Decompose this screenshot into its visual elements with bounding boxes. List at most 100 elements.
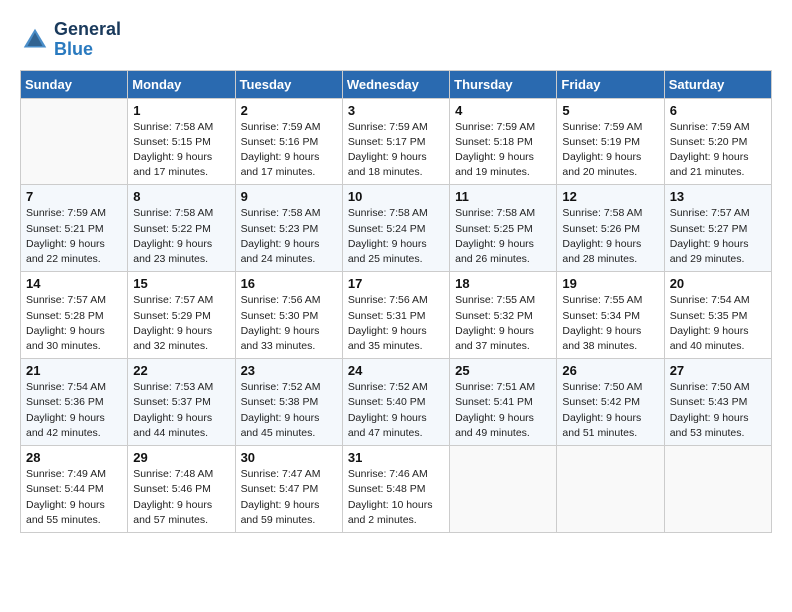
calendar-cell [557, 446, 664, 533]
calendar-header-thursday: Thursday [450, 70, 557, 98]
day-number: 31 [348, 450, 444, 465]
day-info: Sunrise: 7:52 AM Sunset: 5:38 PM Dayligh… [241, 380, 337, 441]
day-number: 3 [348, 103, 444, 118]
calendar-cell [664, 446, 771, 533]
day-info: Sunrise: 7:57 AM Sunset: 5:29 PM Dayligh… [133, 293, 229, 354]
calendar-cell: 14 Sunrise: 7:57 AM Sunset: 5:28 PM Dayli… [21, 272, 128, 359]
day-number: 21 [26, 363, 122, 378]
calendar-cell: 23 Sunrise: 7:52 AM Sunset: 5:38 PM Dayli… [235, 359, 342, 446]
day-info: Sunrise: 7:52 AM Sunset: 5:40 PM Dayligh… [348, 380, 444, 441]
calendar-cell: 27 Sunrise: 7:50 AM Sunset: 5:43 PM Dayli… [664, 359, 771, 446]
day-info: Sunrise: 7:56 AM Sunset: 5:31 PM Dayligh… [348, 293, 444, 354]
day-info: Sunrise: 7:59 AM Sunset: 5:16 PM Dayligh… [241, 120, 337, 181]
calendar-cell: 29 Sunrise: 7:48 AM Sunset: 5:46 PM Dayli… [128, 446, 235, 533]
day-number: 20 [670, 276, 766, 291]
calendar-cell: 7Sunrise: 7:59 AM Sunset: 5:21 PM Daylig… [21, 185, 128, 272]
day-info: Sunrise: 7:59 AM Sunset: 5:20 PM Dayligh… [670, 120, 766, 181]
calendar-cell: 2 Sunrise: 7:59 AM Sunset: 5:16 PM Daylig… [235, 98, 342, 185]
day-number: 29 [133, 450, 229, 465]
day-number: 7 [26, 189, 122, 204]
day-number: 5 [562, 103, 658, 118]
calendar-cell: 6 Sunrise: 7:59 AM Sunset: 5:20 PM Daylig… [664, 98, 771, 185]
calendar-cell: 3 Sunrise: 7:59 AM Sunset: 5:17 PM Daylig… [342, 98, 449, 185]
calendar-cell: 9 Sunrise: 7:58 AM Sunset: 5:23 PM Daylig… [235, 185, 342, 272]
day-number: 2 [241, 103, 337, 118]
calendar-cell: 22Sunrise: 7:53 AM Sunset: 5:37 PM Dayli… [128, 359, 235, 446]
day-number: 25 [455, 363, 551, 378]
day-number: 16 [241, 276, 337, 291]
day-number: 13 [670, 189, 766, 204]
calendar-header-row: SundayMondayTuesdayWednesdayThursdayFrid… [21, 70, 772, 98]
calendar-header-saturday: Saturday [664, 70, 771, 98]
day-info: Sunrise: 7:54 AM Sunset: 5:35 PM Dayligh… [670, 293, 766, 354]
calendar-cell [21, 98, 128, 185]
day-number: 10 [348, 189, 444, 204]
day-info: Sunrise: 7:57 AM Sunset: 5:27 PM Dayligh… [670, 206, 766, 267]
calendar-cell: 18 Sunrise: 7:55 AM Sunset: 5:32 PM Dayli… [450, 272, 557, 359]
calendar-cell: 24 Sunrise: 7:52 AM Sunset: 5:40 PM Dayli… [342, 359, 449, 446]
day-number: 17 [348, 276, 444, 291]
day-number: 24 [348, 363, 444, 378]
day-info: Sunrise: 7:55 AM Sunset: 5:32 PM Dayligh… [455, 293, 551, 354]
calendar-cell: 1 Sunrise: 7:58 AM Sunset: 5:15 PM Daylig… [128, 98, 235, 185]
day-number: 27 [670, 363, 766, 378]
calendar-cell: 28 Sunrise: 7:49 AM Sunset: 5:44 PM Dayli… [21, 446, 128, 533]
calendar-body: 1 Sunrise: 7:58 AM Sunset: 5:15 PM Daylig… [21, 98, 772, 532]
day-number: 14 [26, 276, 122, 291]
calendar-header-friday: Friday [557, 70, 664, 98]
calendar-cell [450, 446, 557, 533]
day-info: Sunrise: 7:58 AM Sunset: 5:24 PM Dayligh… [348, 206, 444, 267]
calendar-header-sunday: Sunday [21, 70, 128, 98]
calendar-cell: 12 Sunrise: 7:58 AM Sunset: 5:26 PM Dayli… [557, 185, 664, 272]
day-info: Sunrise: 7:58 AM Sunset: 5:22 PM Dayligh… [133, 206, 229, 267]
day-number: 19 [562, 276, 658, 291]
calendar-cell: 5 Sunrise: 7:59 AM Sunset: 5:19 PM Daylig… [557, 98, 664, 185]
day-number: 28 [26, 450, 122, 465]
day-info: Sunrise: 7:58 AM Sunset: 5:15 PM Dayligh… [133, 120, 229, 181]
calendar-cell: 13 Sunrise: 7:57 AM Sunset: 5:27 PM Dayli… [664, 185, 771, 272]
day-info: Sunrise: 7:59 AM Sunset: 5:19 PM Dayligh… [562, 120, 658, 181]
day-number: 30 [241, 450, 337, 465]
day-info: Sunrise: 7:59 AM Sunset: 5:18 PM Dayligh… [455, 120, 551, 181]
calendar-cell: 31 Sunrise: 7:46 AM Sunset: 5:48 PM Dayli… [342, 446, 449, 533]
day-info: Sunrise: 7:58 AM Sunset: 5:23 PM Dayligh… [241, 206, 337, 267]
calendar-week-5: 28 Sunrise: 7:49 AM Sunset: 5:44 PM Dayli… [21, 446, 772, 533]
day-info: Sunrise: 7:49 AM Sunset: 5:44 PM Dayligh… [26, 467, 122, 528]
day-number: 6 [670, 103, 766, 118]
calendar-week-2: 7Sunrise: 7:59 AM Sunset: 5:21 PM Daylig… [21, 185, 772, 272]
day-number: 11 [455, 189, 551, 204]
day-info: Sunrise: 7:50 AM Sunset: 5:42 PM Dayligh… [562, 380, 658, 441]
day-number: 8 [133, 189, 229, 204]
day-info: Sunrise: 7:59 AM Sunset: 5:17 PM Dayligh… [348, 120, 444, 181]
calendar-week-1: 1 Sunrise: 7:58 AM Sunset: 5:15 PM Daylig… [21, 98, 772, 185]
logo-icon [20, 25, 50, 55]
day-number: 22 [133, 363, 229, 378]
day-number: 15 [133, 276, 229, 291]
day-info: Sunrise: 7:58 AM Sunset: 5:25 PM Dayligh… [455, 206, 551, 267]
calendar-cell: 15 Sunrise: 7:57 AM Sunset: 5:29 PM Dayli… [128, 272, 235, 359]
day-info: Sunrise: 7:50 AM Sunset: 5:43 PM Dayligh… [670, 380, 766, 441]
page-header: GeneralBlue [20, 20, 772, 60]
day-number: 1 [133, 103, 229, 118]
day-info: Sunrise: 7:47 AM Sunset: 5:47 PM Dayligh… [241, 467, 337, 528]
day-info: Sunrise: 7:58 AM Sunset: 5:26 PM Dayligh… [562, 206, 658, 267]
calendar-cell: 20 Sunrise: 7:54 AM Sunset: 5:35 PM Dayli… [664, 272, 771, 359]
calendar-cell: 19 Sunrise: 7:55 AM Sunset: 5:34 PM Dayli… [557, 272, 664, 359]
day-info: Sunrise: 7:48 AM Sunset: 5:46 PM Dayligh… [133, 467, 229, 528]
day-info: Sunrise: 7:55 AM Sunset: 5:34 PM Dayligh… [562, 293, 658, 354]
day-number: 12 [562, 189, 658, 204]
day-info: Sunrise: 7:57 AM Sunset: 5:28 PM Dayligh… [26, 293, 122, 354]
day-info: Sunrise: 7:51 AM Sunset: 5:41 PM Dayligh… [455, 380, 551, 441]
calendar-cell: 11 Sunrise: 7:58 AM Sunset: 5:25 PM Dayli… [450, 185, 557, 272]
day-number: 23 [241, 363, 337, 378]
calendar-cell: 25 Sunrise: 7:51 AM Sunset: 5:41 PM Dayli… [450, 359, 557, 446]
calendar-cell: 10 Sunrise: 7:58 AM Sunset: 5:24 PM Dayli… [342, 185, 449, 272]
day-number: 9 [241, 189, 337, 204]
day-info: Sunrise: 7:56 AM Sunset: 5:30 PM Dayligh… [241, 293, 337, 354]
calendar-cell: 26Sunrise: 7:50 AM Sunset: 5:42 PM Dayli… [557, 359, 664, 446]
logo-text: GeneralBlue [54, 20, 121, 60]
day-info: Sunrise: 7:46 AM Sunset: 5:48 PM Dayligh… [348, 467, 444, 528]
calendar-table: SundayMondayTuesdayWednesdayThursdayFrid… [20, 70, 772, 533]
calendar-cell: 4Sunrise: 7:59 AM Sunset: 5:18 PM Daylig… [450, 98, 557, 185]
day-number: 18 [455, 276, 551, 291]
